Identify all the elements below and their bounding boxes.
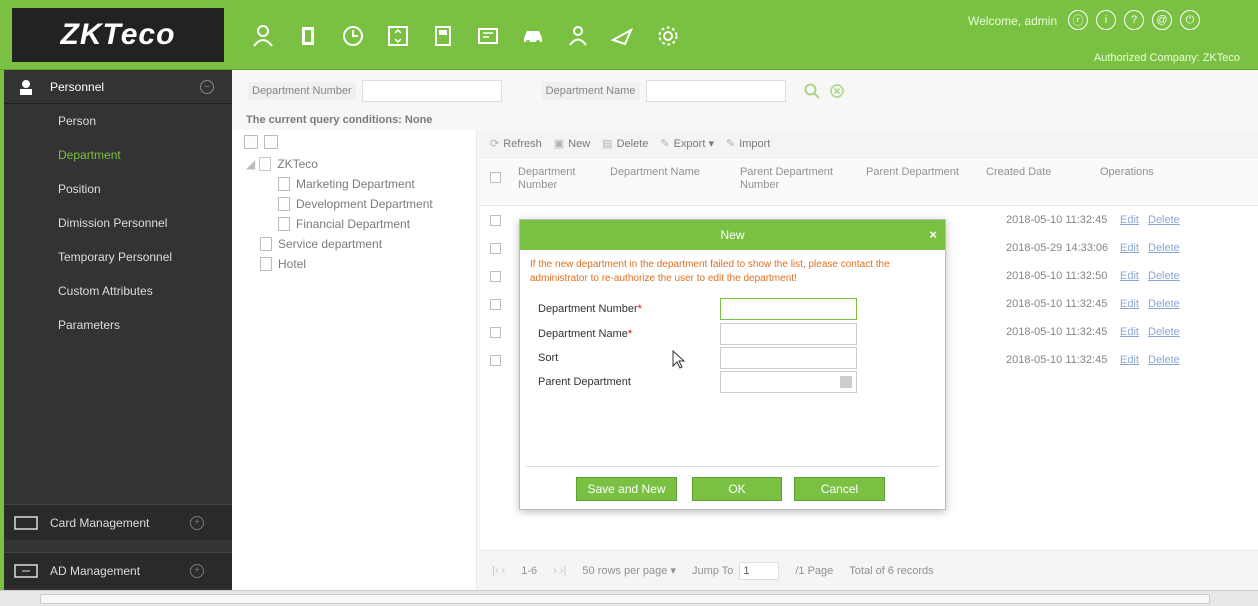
car-icon[interactable] [510, 18, 555, 54]
access-icon[interactable] [285, 18, 330, 54]
system-icon[interactable] [645, 18, 690, 54]
sidebar-ad-label: AD Management [50, 563, 141, 578]
logo: ZKTeco [12, 8, 224, 62]
sidebar-card-management[interactable]: Card Management + [4, 504, 232, 540]
dropdown-icon[interactable] [840, 376, 852, 388]
welcome-text: Welcome, admin [968, 14, 1058, 28]
dept-name-field-label: Department Name * [538, 328, 633, 340]
expand-icon[interactable]: + [190, 564, 204, 578]
sort-field-label: Sort [538, 352, 559, 364]
save-and-new-button[interactable]: Save and New [576, 477, 677, 501]
collapse-icon[interactable]: – [200, 80, 214, 94]
ad-management-icon [14, 563, 38, 578]
sidebar-item-person[interactable]: Person [4, 104, 232, 138]
visitor-icon[interactable] [420, 18, 465, 54]
dept-name-field[interactable] [720, 323, 857, 345]
parking-icon[interactable] [465, 18, 510, 54]
ok-button[interactable]: OK [692, 477, 782, 501]
sidebar-item-custom-attributes[interactable]: Custom Attributes [4, 274, 232, 308]
sidebar-item-department[interactable]: Department [4, 138, 232, 172]
power-icon[interactable]: ⏻ [1180, 10, 1200, 30]
card-icon [14, 515, 38, 530]
dept-number-field-label: Department Number * [538, 303, 642, 315]
ad-icon[interactable] [600, 18, 645, 54]
sidebar-item-parameters[interactable]: Parameters [4, 308, 232, 342]
info-icon[interactable]: i [1096, 10, 1116, 30]
sidebar-item-dimission[interactable]: Dimission Personnel [4, 206, 232, 240]
parent-dept-select[interactable] [720, 371, 857, 393]
help-icon[interactable]: ? [1124, 10, 1144, 30]
sort-field[interactable] [720, 347, 857, 369]
elevator-icon[interactable] [375, 18, 420, 54]
cancel-button[interactable]: Cancel [794, 477, 885, 501]
sidebar-section-personnel[interactable]: Personnel – [4, 70, 232, 104]
time-icon[interactable] [330, 18, 375, 54]
dept-number-field[interactable] [720, 298, 857, 320]
module-bar [240, 18, 690, 54]
company-text: Authorized Company: ZKTeco [1093, 52, 1240, 64]
dialog-title: New [720, 228, 745, 242]
top-bar: ZKTeco Welcome, admin ⓡ i ? @ ⏻ Authoriz… [0, 0, 1258, 70]
dialog-warning: If the new department in the department … [530, 259, 890, 284]
user-icon[interactable]: ⓡ [1068, 10, 1088, 30]
sidebar-item-position[interactable]: Position [4, 172, 232, 206]
close-icon[interactable]: × [929, 227, 937, 242]
patrol-icon[interactable] [555, 18, 600, 54]
account-icon[interactable]: @ [1152, 10, 1172, 30]
sidebar-card-label: Card Management [50, 515, 150, 530]
expand-icon[interactable]: + [190, 516, 204, 530]
dialog-divider [526, 466, 939, 467]
mouse-cursor-icon [672, 350, 686, 369]
sidebar-item-temporary[interactable]: Temporary Personnel [4, 240, 232, 274]
horizontal-scrollbar[interactable] [0, 590, 1258, 606]
sidebar-ad-management[interactable]: AD Management + [4, 552, 232, 588]
parent-dept-field-label: Parent Department [538, 376, 631, 388]
dialog-title-bar: New × [520, 220, 945, 250]
person-icon [20, 79, 32, 95]
sidebar-section-label: Personnel [50, 79, 105, 94]
new-department-dialog: New × If the new department in the depar… [519, 219, 946, 510]
personnel-icon[interactable] [240, 18, 285, 54]
scroll-thumb[interactable] [40, 594, 1210, 604]
